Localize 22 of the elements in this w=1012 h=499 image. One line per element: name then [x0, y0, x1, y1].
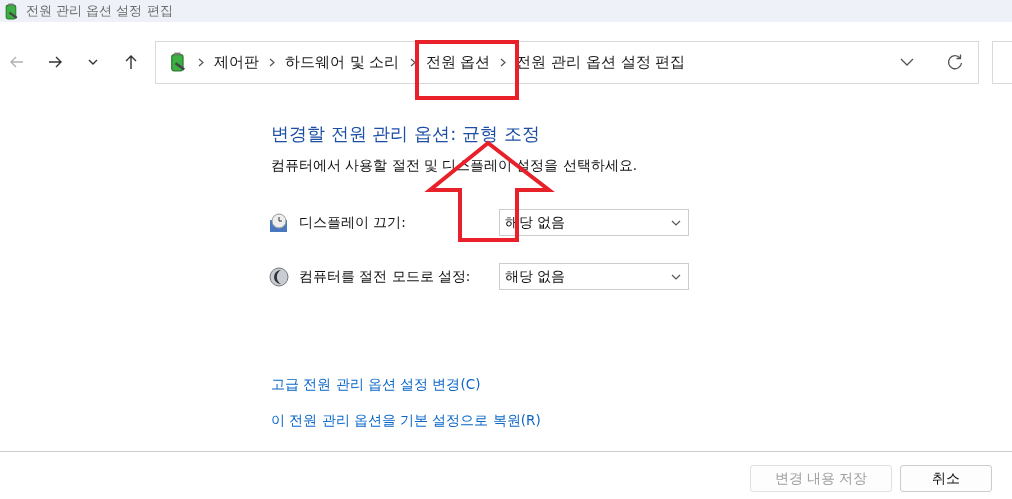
chevron-icon: [500, 57, 507, 67]
cancel-button[interactable]: 취소: [900, 465, 992, 492]
refresh-icon[interactable]: [946, 53, 965, 71]
chevron-icon: [197, 57, 204, 67]
link[interactable]: 고급 전원 관리 옵션 설정 변경(C): [271, 376, 481, 394]
link[interactable]: 이 전원 관리 옵션을 기본 설정으로 복원(R): [271, 412, 541, 430]
address-bar[interactable]: 제어판 하드웨어 및 소리 전원 옵션 전원 관리 옵션 설정 편집: [154, 40, 980, 84]
chevron-icon: [268, 57, 275, 67]
breadcrumb[interactable]: 전원 옵션: [425, 52, 491, 72]
dropdown[interactable]: 해당 없음: [499, 263, 689, 290]
breadcrumb[interactable]: 하드웨어 및 소리: [284, 52, 400, 72]
window-title: 전원 관리 옵션 설정 편집: [26, 2, 173, 20]
setting-label: 컴퓨터를 절전 모드로 설정:: [299, 267, 472, 286]
monitor-clock-icon: [269, 212, 289, 233]
chevron-icon: [409, 57, 416, 67]
breadcrumb[interactable]: 제어판: [213, 52, 259, 72]
battery-icon: [3, 2, 20, 20]
page-heading: 변경할 전원 관리 옵션: 균형 조정: [271, 122, 541, 146]
setting-label: 디스플레이 끄기:: [299, 213, 407, 232]
breadcrumb[interactable]: 전원 관리 옵션 설정 편집: [516, 52, 686, 72]
search-field[interactable]: [992, 40, 1012, 84]
moon-icon: [269, 266, 289, 287]
